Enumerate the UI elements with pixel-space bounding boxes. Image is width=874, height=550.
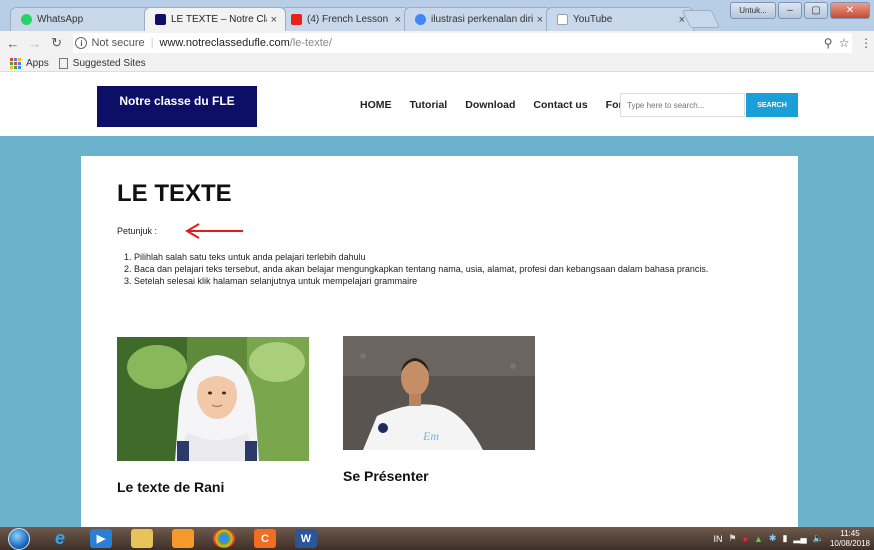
word-icon[interactable]: W [295, 529, 317, 548]
tab-title: YouTube [573, 14, 613, 25]
info-icon[interactable]: i [75, 37, 88, 49]
media-player-icon[interactable]: ▶ [90, 529, 112, 548]
tab-title: LE TEXTE – Notre Classe [171, 14, 267, 25]
bookmark-star-icon[interactable]: ☆ [836, 34, 852, 52]
apps-grid-icon [10, 57, 21, 69]
red-arrow-icon [185, 223, 243, 239]
content-card: LE TEXTE Petunjuk : 1. Pilihlah salah sa… [81, 156, 798, 527]
tab-youtube[interactable]: YouTube × [546, 7, 694, 31]
bookmark-label: Apps [26, 57, 49, 69]
minimize-button[interactable]: – [778, 2, 802, 19]
maximize-button[interactable]: ▢ [804, 2, 828, 19]
browser-toolbar: ← → ↻ i Not secure | www.notreclassedufl… [0, 31, 874, 55]
volume-icon[interactable]: 🔈 [813, 533, 824, 544]
tab-le-texte[interactable]: LE TEXTE – Notre Classe × [144, 7, 286, 31]
instruction-item: 1. Pilihlah salah satu teks untuk anda p… [124, 252, 366, 262]
page-title: LE TEXTE [117, 180, 232, 207]
bluetooth-icon[interactable]: ✱ [769, 533, 777, 544]
tab-title: WhatsApp [37, 14, 84, 25]
nav-contact-us[interactable]: Contact us [533, 99, 587, 111]
site-header: Notre classe du FLE HOME Tutorial Downlo… [0, 72, 874, 136]
main-nav: HOME Tutorial Download Contact us Forum [360, 99, 638, 111]
football-player-photo: Em [343, 336, 535, 450]
url-path: /le-texte/ [289, 37, 332, 49]
flag-icon[interactable]: ⚑ [728, 533, 736, 544]
bookmarks-bar: Apps Suggested Sites [0, 55, 874, 72]
site-logo[interactable]: Notre classe du FLE [97, 86, 257, 127]
antivirus-icon[interactable]: ● [743, 534, 748, 544]
drive-icon[interactable]: ▲ [754, 534, 763, 544]
user-profile-button[interactable]: Untuk... [730, 2, 776, 19]
tab-title: (4) French Lesson 15 INTR [307, 14, 391, 25]
instruction-item: 2. Baca dan pelajari teks tersebut, anda… [124, 264, 709, 274]
windows-taskbar: e ▶ C W IN ⚑ ● ▲ ✱ ▮ ▂▄ 🔈 11:45 10/08/20… [0, 527, 874, 550]
svg-text:Em: Em [422, 429, 439, 443]
chrome-icon[interactable] [213, 529, 235, 548]
address-bar[interactable]: i Not secure | www.notreclassedufle.com … [73, 33, 853, 53]
site-favicon-icon [155, 14, 166, 25]
nav-home[interactable]: HOME [360, 99, 392, 111]
internet-explorer-icon[interactable]: e [49, 528, 71, 548]
presenter-card-title[interactable]: Se Présenter [343, 468, 429, 484]
bookmark-label: Suggested Sites [72, 57, 146, 69]
whatsapp-favicon-icon [21, 14, 32, 25]
search-input[interactable] [620, 93, 745, 117]
google-favicon-icon [415, 14, 426, 25]
start-button-icon[interactable] [8, 527, 30, 550]
menu-dots-icon[interactable]: ⋮ [858, 34, 874, 52]
instruction-item: 3. Setelah selesai klik halaman selanjut… [124, 276, 418, 286]
reload-icon[interactable]: ↻ [48, 34, 66, 52]
rani-card-title[interactable]: Le texte de Rani [117, 479, 224, 495]
search-button[interactable]: SEARCH [746, 93, 798, 117]
bookmark-suggested-sites[interactable]: Suggested Sites [58, 57, 146, 69]
photo-app-icon[interactable]: C [254, 529, 276, 548]
signal-icon[interactable]: ▂▄ [793, 533, 806, 544]
back-arrow-icon[interactable]: ← [4, 34, 22, 52]
window-controls: Untuk... – ▢ ✕ [730, 2, 870, 19]
paint-icon[interactable] [172, 529, 194, 548]
tab-whatsapp[interactable]: WhatsApp × [10, 7, 162, 31]
security-label: Not secure [91, 37, 145, 49]
web-page: Notre classe du FLE HOME Tutorial Downlo… [0, 72, 874, 527]
page-icon [58, 57, 68, 69]
page-favicon-icon [557, 14, 568, 25]
zoom-icon[interactable]: ⚲ [820, 34, 836, 52]
clock-date: 10/08/2018 [829, 538, 870, 548]
clock[interactable]: 11:45 10/08/2018 [830, 529, 870, 549]
system-tray: IN ⚑ ● ▲ ✱ ▮ ▂▄ 🔈 11:45 10/08/2018 [713, 527, 870, 550]
clock-time: 11:45 [840, 528, 860, 538]
rani-card-image[interactable] [117, 337, 309, 461]
close-window-button[interactable]: ✕ [830, 2, 870, 19]
tab-strip: WhatsApp × LE TEXTE – Notre Classe × (4)… [0, 0, 874, 31]
close-icon[interactable]: × [537, 14, 543, 26]
language-indicator[interactable]: IN [713, 534, 722, 544]
presenter-card-image[interactable]: Em [343, 336, 535, 450]
instructions-list: 1. Pilihlah salah satu teks untuk anda p… [124, 251, 708, 287]
file-explorer-icon[interactable] [131, 529, 153, 548]
close-icon[interactable]: × [395, 14, 401, 26]
youtube-favicon-icon [291, 14, 302, 25]
url-domain: www.notreclassedufle.com [159, 37, 290, 49]
close-icon[interactable]: × [271, 14, 277, 26]
tab-ilustrasi[interactable]: ilustrasi perkenalan diri × [404, 7, 552, 31]
bookmark-apps[interactable]: Apps [10, 57, 49, 69]
battery-icon[interactable]: ▮ [782, 533, 787, 544]
hijab-girl-photo [117, 337, 309, 461]
nav-tutorial[interactable]: Tutorial [410, 99, 448, 111]
hint-label: Petunjuk : [117, 226, 158, 236]
forward-arrow-icon[interactable]: → [26, 34, 44, 52]
separator: | [150, 37, 154, 49]
tab-french-lesson[interactable]: (4) French Lesson 15 INTR × [280, 7, 410, 31]
tab-title: ilustrasi perkenalan diri [431, 14, 533, 25]
nav-download[interactable]: Download [465, 99, 515, 111]
